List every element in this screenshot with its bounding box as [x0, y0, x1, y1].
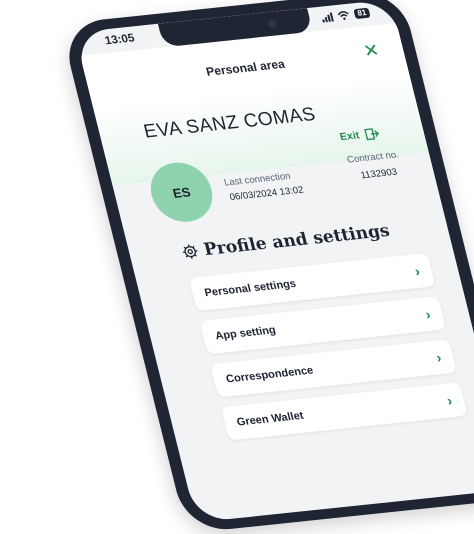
- logout-icon: [364, 128, 380, 141]
- settings-list: Personal settings › App setting › Corres…: [188, 252, 471, 451]
- menu-item-label: Personal settings: [203, 277, 298, 300]
- signal-icon: [321, 12, 334, 23]
- chevron-right-icon: ›: [412, 262, 422, 280]
- battery-icon: 81: [353, 7, 371, 20]
- chevron-right-icon: ›: [434, 349, 443, 366]
- gear-icon: [182, 244, 198, 259]
- chevron-right-icon: ›: [423, 306, 433, 323]
- app-screen: 13:05 81 Personal area ✕ EVA SANZ COMAS …: [74, 0, 474, 523]
- contract-value: 1132903: [359, 166, 399, 182]
- phone-frame: 13:05 81 Personal area ✕ EVA SANZ COMAS …: [60, 0, 474, 534]
- wifi-icon: [337, 11, 349, 20]
- menu-item-label: Correspondence: [224, 364, 315, 386]
- section-header: Profile and settings: [180, 221, 392, 262]
- section-title: Profile and settings: [201, 220, 392, 260]
- chevron-right-icon: ›: [445, 392, 454, 409]
- status-icons: 81: [321, 7, 371, 23]
- menu-item-label: App setting: [214, 324, 278, 343]
- last-connection-value: 06/03/2024 13:02: [228, 184, 305, 204]
- exit-label: Exit: [338, 129, 361, 144]
- status-time: 13:05: [103, 32, 136, 48]
